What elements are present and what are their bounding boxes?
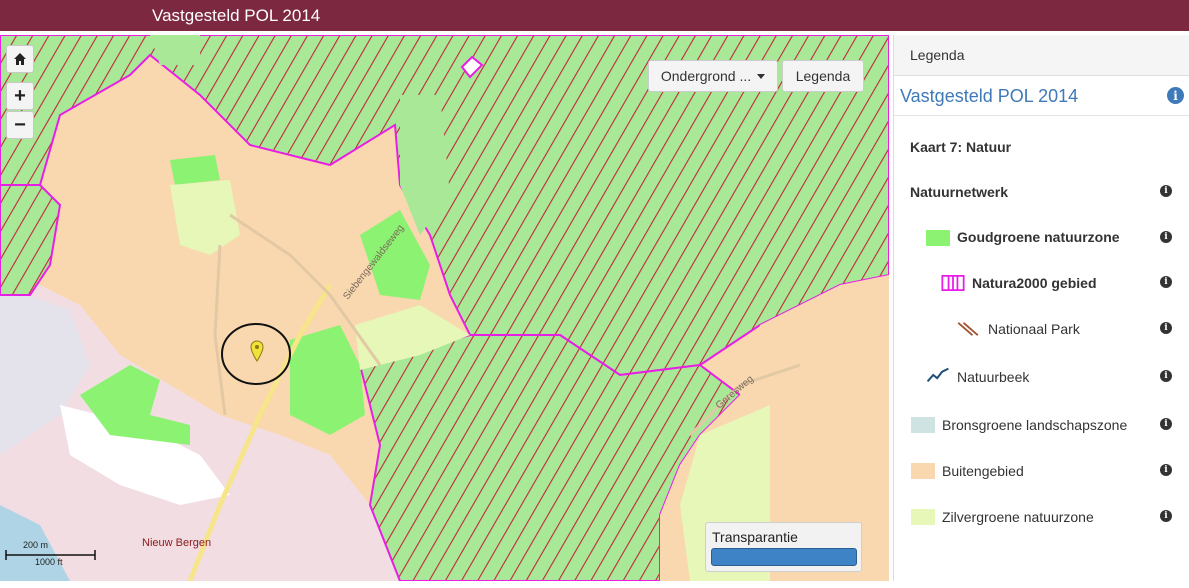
map-view[interactable]: Siebengewaldseweg Geresweg + − Ondergron… xyxy=(0,35,889,581)
legend-map-title: Kaart 7: Natuur xyxy=(910,139,1012,155)
swatch-bronsgroen xyxy=(911,417,935,433)
info-icon[interactable]: i xyxy=(1160,185,1172,197)
legend-item-natuurnetwerk: Natuurnetwerk xyxy=(910,184,1009,200)
legend-item-bronsgroen: Bronsgroene landschapszone xyxy=(942,417,1128,433)
info-icon[interactable]: i xyxy=(1167,87,1184,104)
basemap-dropdown[interactable]: Ondergrond ... xyxy=(648,60,778,92)
legend-item-goudgroen: Goudgroene natuurzone xyxy=(957,229,1120,245)
zoom-out-button[interactable]: − xyxy=(6,111,34,139)
legend-item-buitengebied: Buitengebied xyxy=(942,463,1024,479)
swatch-zilvergroen xyxy=(911,509,935,525)
place-label: Nieuw Bergen xyxy=(142,537,212,549)
top-bar: Vastgesteld POL 2014 xyxy=(0,0,1189,31)
legend-panel-header: Legenda xyxy=(894,35,1189,76)
swatch-natuurbeek xyxy=(926,367,949,383)
legend-divider xyxy=(894,115,1189,116)
swatch-goudgroen xyxy=(926,230,950,246)
transparency-control: Transparantie xyxy=(705,522,862,572)
transparency-label: Transparantie xyxy=(712,529,798,545)
location-pin-icon[interactable] xyxy=(250,340,264,362)
swatch-nationaal-park xyxy=(957,322,979,336)
info-icon[interactable]: i xyxy=(1160,510,1172,522)
legend-toggle-button[interactable]: Legenda xyxy=(782,60,864,92)
legend-item-natura2000: Natura2000 gebied xyxy=(972,275,1097,291)
basemap-label: Ondergrond ... xyxy=(660,68,752,84)
legend-item-nationaal-park: Nationaal Park xyxy=(988,321,1080,337)
info-icon[interactable]: i xyxy=(1160,322,1172,334)
scale-bar: 200 m 1000 ft xyxy=(5,540,97,570)
legend-panel-title: Legenda xyxy=(910,47,965,63)
swatch-buitengebied xyxy=(911,463,935,479)
home-icon xyxy=(14,53,26,65)
transparency-slider[interactable] xyxy=(711,548,857,566)
app-title: Vastgesteld POL 2014 xyxy=(152,6,321,25)
caret-down-icon xyxy=(757,73,766,79)
legend-item-natuurbeek: Natuurbeek xyxy=(957,369,1030,385)
scale-metric: 200 m xyxy=(23,540,49,550)
legend-item-zilvergroen: Zilvergroene natuurzone xyxy=(942,509,1094,525)
info-icon[interactable]: i xyxy=(1160,418,1172,430)
zoom-in-button[interactable]: + xyxy=(6,82,34,110)
map-canvas[interactable] xyxy=(0,35,889,581)
goudgroen-1 xyxy=(170,155,220,185)
home-button[interactable] xyxy=(6,45,34,73)
info-icon[interactable]: i xyxy=(1160,231,1172,243)
info-icon[interactable]: i xyxy=(1160,370,1172,382)
scale-imperial: 1000 ft xyxy=(35,557,63,567)
info-icon[interactable]: i xyxy=(1160,464,1172,476)
swatch-natura2000 xyxy=(941,275,965,291)
legend-panel: Legenda Vastgesteld POL 2014 i Kaart 7: … xyxy=(893,35,1189,581)
legend-subtitle: Vastgesteld POL 2014 xyxy=(900,86,1079,106)
info-icon[interactable]: i xyxy=(1160,276,1172,288)
